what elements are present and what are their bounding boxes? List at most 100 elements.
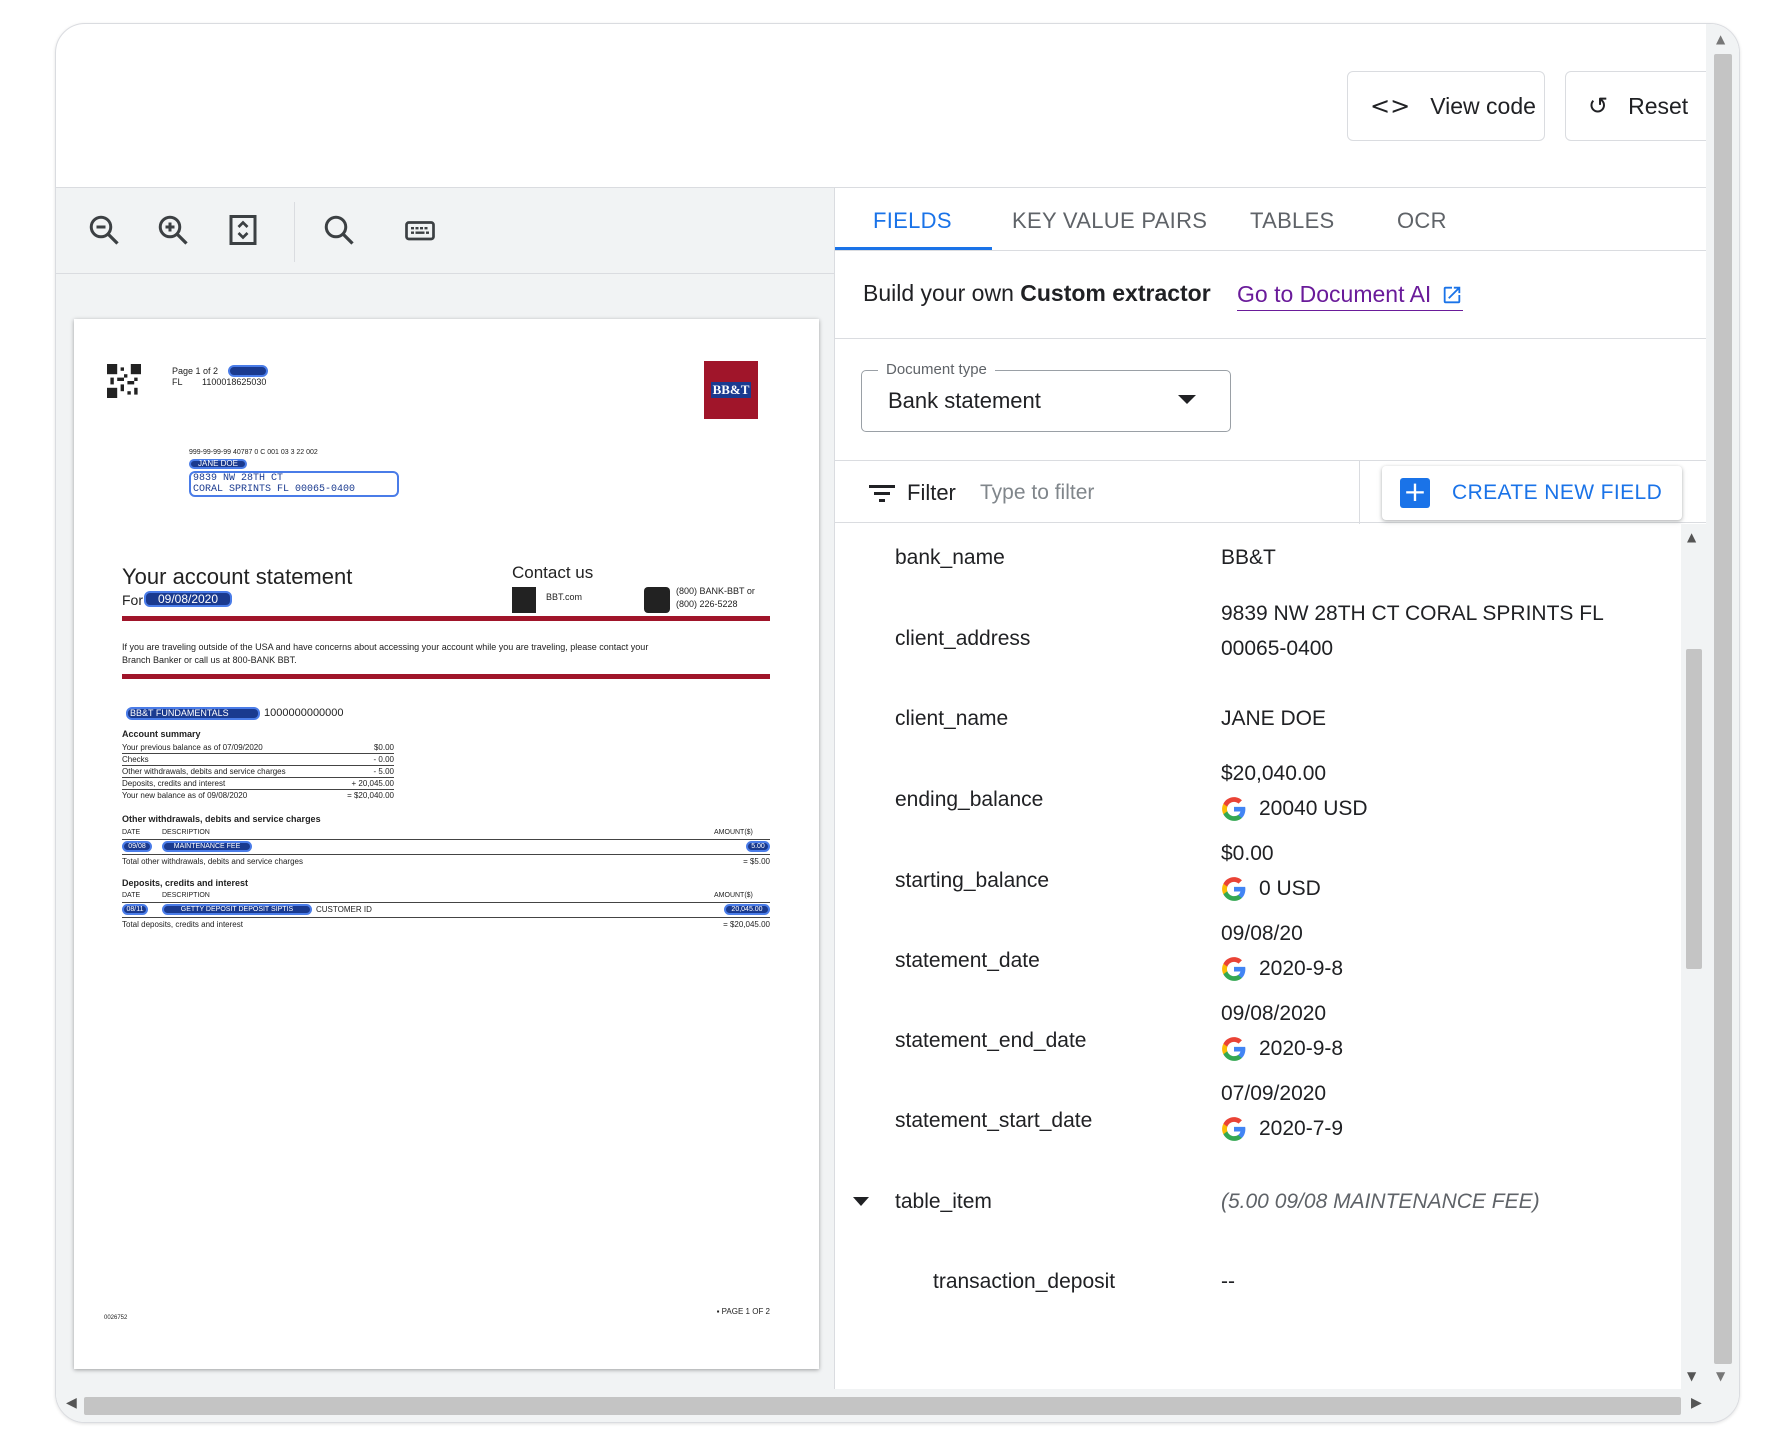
keyboard-icon[interactable]	[400, 210, 440, 250]
addr-name-highlight[interactable]: JANE DOE	[189, 459, 247, 469]
col-date: DATE	[122, 892, 141, 899]
custom-extractor-promo: Build your own Custom extractor Go to Do…	[835, 251, 1706, 339]
normalized-value: 2020-9-8	[1221, 951, 1641, 986]
normalized-value: 2020-7-9	[1221, 1111, 1641, 1146]
entity-highlight[interactable]	[228, 365, 268, 377]
summary-title: Account summary	[122, 729, 201, 739]
summary-label: Your previous balance as of 07/09/2020	[122, 743, 263, 752]
google-icon	[1222, 796, 1246, 821]
document-page[interactable]: Page 1 of 2 FL 1100018625030 BB&T 999-99…	[74, 319, 819, 1369]
doc-for-label: For	[122, 592, 143, 608]
normalized-value: 20040 USD	[1221, 791, 1641, 826]
search-icon[interactable]	[319, 210, 359, 250]
create-new-field-label: CREATE NEW FIELD	[1452, 481, 1663, 504]
filter-bar: Filter + CREATE NEW FIELD	[835, 460, 1706, 524]
red-divider	[122, 674, 770, 679]
scroll-up-icon[interactable]: ▲	[1687, 530, 1696, 544]
field-value: $20,040.00	[1221, 762, 1327, 785]
horizontal-scrollbar[interactable]: ◀ ▶	[56, 1389, 1739, 1422]
document-ai-link[interactable]: Go to Document AI	[1237, 281, 1464, 311]
tab-ocr[interactable]: OCR	[1397, 208, 1447, 234]
document-viewer: Page 1 of 2 FL 1100018625030 BB&T 999-99…	[56, 274, 834, 1389]
reset-button[interactable]: ↺ Reset	[1565, 71, 1715, 141]
doc-footer-code: 0026752	[104, 1315, 128, 1321]
zoom-out-icon[interactable]	[84, 210, 124, 250]
summary-label: Deposits, credits and interest	[122, 779, 226, 788]
google-icon	[1222, 1116, 1246, 1141]
deposits-total: = $20,045.00	[723, 920, 770, 929]
zoom-in-icon[interactable]	[153, 210, 193, 250]
contact-phone-2: (800) 226-5228	[676, 599, 738, 609]
summary-value: - 5.00	[373, 767, 394, 776]
notice-line-1: If you are traveling outside of the USA …	[122, 642, 649, 652]
col-description: DESCRIPTION	[162, 829, 210, 836]
scroll-left-icon[interactable]: ◀	[66, 1395, 77, 1411]
col-amount: AMOUNT($)	[714, 829, 753, 836]
doc-id-number: 1100018625030	[202, 377, 267, 387]
notice-line-2: Branch Banker or call us at 800-BANK BBT…	[122, 655, 297, 665]
field-name: starting_balance	[895, 869, 1050, 892]
deposit-desc-highlight[interactable]: GETTY DEPOSIT DEPOSIT SIPTIS	[162, 904, 312, 915]
deposits-title: Deposits, credits and interest	[122, 878, 249, 888]
scroll-down-icon[interactable]: ▼	[1687, 1369, 1696, 1383]
scroll-down-icon[interactable]: ▼	[1716, 1369, 1725, 1383]
create-new-field-button[interactable]: + CREATE NEW FIELD	[1382, 466, 1682, 520]
tab-fields[interactable]: FIELDS	[873, 208, 952, 234]
tab-bar: FIELDS KEY VALUE PAIRS TABLES OCR	[835, 188, 1706, 251]
scroll-right-icon[interactable]: ▶	[1691, 1395, 1702, 1411]
red-divider	[122, 616, 770, 621]
account-number: 1000000000000	[264, 707, 344, 719]
doc-title: Your account statement	[122, 564, 353, 589]
withdrawals-title: Other withdrawals, debits and service ch…	[122, 814, 321, 824]
field-value: 07/09/2020	[1221, 1082, 1327, 1105]
scrollbar-thumb[interactable]	[1714, 54, 1732, 1364]
filter-input[interactable]	[980, 478, 1300, 508]
fields-scrollbar[interactable]: ▲ ▼	[1681, 524, 1707, 1390]
field-value: JANE DOE	[1221, 707, 1327, 730]
mobile-icon	[512, 587, 536, 613]
document-type-label: Document type	[878, 361, 995, 378]
contact-web: BBT.com	[546, 592, 583, 602]
col-date: DATE	[122, 829, 141, 836]
normalized-value: 0 USD	[1221, 871, 1641, 906]
document-type-select[interactable]: Document type Bank statement	[861, 361, 1231, 432]
withdrawal-date-highlight[interactable]: 09/08	[122, 841, 152, 852]
google-icon	[1222, 876, 1246, 901]
field-name: statement_end_date	[895, 1029, 1087, 1052]
scrollbar-thumb[interactable]	[84, 1397, 1681, 1415]
view-code-button[interactable]: <> View code	[1347, 71, 1545, 141]
field-value: 9839 NW 28TH CT CORAL SPRINTS FL 00065-0…	[1221, 602, 1603, 660]
field-value: (5.00 09/08 MAINTENANCE FEE)	[1221, 1190, 1540, 1213]
col-amount: AMOUNT($)	[714, 892, 753, 899]
field-name: bank_name	[895, 546, 1005, 569]
collapse-caret-icon[interactable]	[853, 1197, 869, 1206]
withdrawal-desc-highlight[interactable]: MAINTENANCE FEE	[162, 841, 252, 852]
page-scrollbar[interactable]: ▲ ▼	[1706, 24, 1739, 1389]
summary-value: - 0.00	[373, 755, 394, 764]
table-rule	[122, 854, 770, 855]
field-name: client_name	[895, 707, 1009, 730]
withdrawals-total: = $5.00	[743, 857, 770, 866]
deposit-amount-highlight[interactable]: 20,045.00	[724, 904, 770, 915]
summary-label: Checks	[122, 755, 149, 764]
field-name: table_item	[895, 1190, 992, 1213]
fit-page-icon[interactable]	[223, 210, 263, 250]
scrollbar-thumb[interactable]	[1686, 649, 1702, 969]
tab-key-value-pairs[interactable]: KEY VALUE PAIRS	[1012, 208, 1207, 234]
google-icon	[1222, 956, 1246, 981]
field-name: transaction_deposit	[933, 1270, 1116, 1293]
scroll-up-icon[interactable]: ▲	[1716, 32, 1725, 46]
for-date-highlight[interactable]: 09/08/2020	[144, 591, 232, 607]
view-code-label: View code	[1430, 92, 1536, 119]
app-window: <> View code ↺ Reset Page 1 of 2 FL 1100…	[55, 23, 1740, 1423]
addr-block-highlight[interactable]: 9839 NW 28TH CT CORAL SPRINTS FL 00065-0…	[189, 471, 399, 497]
promo-text: Build your own Custom extractor	[863, 280, 1211, 306]
code-icon: <>	[1370, 92, 1411, 120]
tab-tables[interactable]: TABLES	[1250, 208, 1335, 234]
deposit-date-highlight[interactable]: 08/11	[122, 904, 148, 915]
table-rule	[122, 839, 770, 840]
withdrawal-amount-highlight[interactable]: 5.00	[746, 841, 770, 852]
account-name-highlight[interactable]: BB&T FUNDAMENTALS	[126, 707, 260, 720]
field-value: $0.00	[1221, 842, 1274, 865]
normalized-value: 2020-9-8	[1221, 1031, 1641, 1066]
